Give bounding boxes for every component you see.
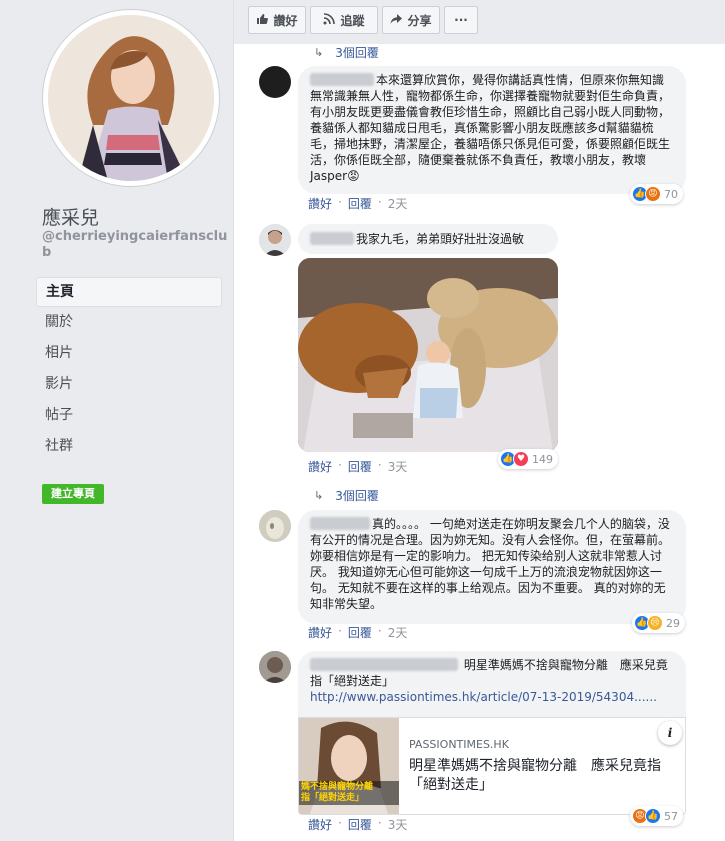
commenter-name-redacted[interactable] [310, 73, 374, 86]
comment-text: 我家九毛，弟弟頭好壯壯沒過敏 [356, 232, 525, 246]
share-arrow-icon [390, 13, 403, 28]
comment-actions: 讚好 · 回覆 · 2天 [308, 624, 408, 641]
comment-link-url[interactable]: http://www.passiontimes.hk/article/07-13… [310, 690, 657, 704]
share-label: 分享 [407, 13, 432, 28]
view-replies-link-top[interactable]: ↳ 3個回覆 [314, 44, 379, 61]
page-username[interactable]: @cherrieyingcaierfansclub [42, 229, 232, 261]
reaction-count: 57 [664, 809, 678, 823]
like-comment-link[interactable]: 讚好 [308, 816, 332, 833]
reaction-summary[interactable]: 😡 👍 57 [630, 806, 683, 826]
like-comment-link[interactable]: 讚好 [308, 458, 332, 475]
comment-timestamp[interactable]: 2天 [388, 195, 408, 212]
link-preview-card[interactable]: 媽不捨與寵物分離 指「絕對送走」 PASSIONTIMES.HK 明星準媽媽不捨… [298, 717, 686, 815]
follow-button[interactable]: 追蹤 [310, 6, 378, 34]
like-page-label: 讚好 [273, 13, 298, 28]
comment-text: 真的。。。。 一句絶对送走在妳明友聚会几个人的脑袋，没有公开的情况是合理。因为妳… [310, 517, 671, 611]
commenter-name-redacted[interactable] [310, 232, 354, 245]
nav-item-community[interactable]: 社群 [36, 431, 222, 462]
comment-actions: 讚好 · 回覆 · 3天 [308, 458, 408, 475]
thumbnail-caption: 媽不捨與寵物分離 指「絕對送走」 [299, 781, 399, 805]
reaction-summary[interactable]: 👍 😢 29 [632, 613, 685, 633]
comment-timestamp[interactable]: 3天 [388, 816, 408, 833]
nav-item-posts[interactable]: 帖子 [36, 400, 222, 431]
page-sidebar: 應采兒 @cherrieyingcaierfansclub 主頁 關於 相片 影… [0, 0, 234, 841]
page-title: 應采兒 [42, 207, 100, 229]
reaction-summary[interactable]: 👍 😡 70 [630, 184, 683, 204]
share-button[interactable]: 分享 [382, 6, 440, 34]
angry-reaction-icon: 😡 [645, 186, 661, 202]
profile-picture[interactable] [48, 15, 214, 181]
commenter-avatar[interactable] [259, 510, 291, 542]
commenter-avatar[interactable] [259, 66, 291, 98]
info-icon[interactable]: i [658, 721, 682, 745]
commenter-avatar[interactable] [259, 651, 291, 683]
like-comment-link[interactable]: 讚好 [308, 624, 332, 641]
like-reaction-icon: 👍 [645, 808, 661, 824]
nav-item-home[interactable]: 主頁 [36, 277, 222, 307]
comment-bubble: 真的。。。。 一句絶对送走在妳明友聚会几个人的脑袋，没有公开的情况是合理。因为妳… [298, 510, 686, 624]
replies-count-label: 3個回覆 [335, 46, 379, 60]
love-reaction-icon: ♥ [513, 451, 529, 467]
reply-arrow-icon: ↳ [314, 489, 324, 502]
reply-comment-link[interactable]: 回覆 [348, 195, 372, 212]
comment-photo[interactable] [298, 258, 558, 452]
page-action-bar: 讚好 追蹤 分享 ··· [234, 0, 725, 44]
create-page-button[interactable]: 建立專頁 [42, 484, 104, 504]
nav-item-about[interactable]: 關於 [36, 307, 222, 338]
reaction-count: 70 [664, 187, 678, 201]
reply-comment-link[interactable]: 回覆 [348, 624, 372, 641]
profile-picture-frame[interactable] [42, 9, 220, 187]
thumbs-up-icon [256, 13, 269, 28]
comment-text: 本來還算欣賞你，覺得你講話真性情，但原來你無知識無常識兼無人性，寵物都係生命，你… [310, 73, 671, 183]
reply-comment-link[interactable]: 回覆 [348, 458, 372, 475]
sad-reaction-icon: 😢 [647, 615, 663, 631]
follow-label: 追蹤 [340, 13, 365, 28]
comment-bubble: 明星準媽媽不捨與寵物分離 應采兒竟指「絕對送走」 http://www.pass… [298, 651, 686, 717]
comment-timestamp[interactable]: 2天 [388, 624, 408, 641]
more-dots-icon: ··· [454, 13, 468, 27]
link-source: PASSIONTIMES.HK [409, 738, 509, 751]
like-page-button[interactable]: 讚好 [248, 6, 306, 34]
comment-bubble: 我家九毛，弟弟頭好壯壯沒過敏 [298, 224, 558, 254]
reply-arrow-icon: ↳ [314, 46, 324, 59]
nav-item-photos[interactable]: 相片 [36, 338, 222, 369]
more-options-button[interactable]: ··· [444, 6, 478, 34]
reply-comment-link[interactable]: 回覆 [348, 816, 372, 833]
comment-actions: 讚好 · 回覆 · 3天 [308, 816, 408, 833]
comment-bubble: 本來還算欣賞你，覺得你講話真性情，但原來你無知識無常識兼無人性，寵物都係生命，你… [298, 66, 686, 194]
reaction-count: 149 [532, 452, 553, 466]
rss-icon [323, 12, 336, 28]
commenter-avatar[interactable] [259, 224, 291, 256]
like-comment-link[interactable]: 讚好 [308, 195, 332, 212]
link-thumbnail: 媽不捨與寵物分離 指「絕對送走」 [299, 718, 399, 814]
comments-feed: ↳ 3個回覆 本來還算欣賞你，覺得你講話真性情，但原來你無知識無常識兼無人性，寵… [234, 44, 725, 841]
commenter-name-redacted[interactable] [310, 658, 458, 671]
reaction-summary[interactable]: 👍 ♥ 149 [498, 449, 558, 469]
reaction-count: 29 [666, 616, 680, 630]
link-title[interactable]: 明星準媽媽不捨與寵物分離 應采兒竟指「絕對送走」 [409, 757, 669, 795]
view-replies-link[interactable]: ↳ 3個回覆 [314, 487, 379, 504]
nav-item-videos[interactable]: 影片 [36, 369, 222, 400]
comment-actions: 讚好 · 回覆 · 2天 [308, 195, 408, 212]
comment-timestamp[interactable]: 3天 [388, 458, 408, 475]
commenter-name-redacted[interactable] [310, 517, 370, 530]
replies-count-label: 3個回覆 [335, 489, 379, 503]
page-nav: 主頁 關於 相片 影片 帖子 社群 [36, 277, 222, 462]
